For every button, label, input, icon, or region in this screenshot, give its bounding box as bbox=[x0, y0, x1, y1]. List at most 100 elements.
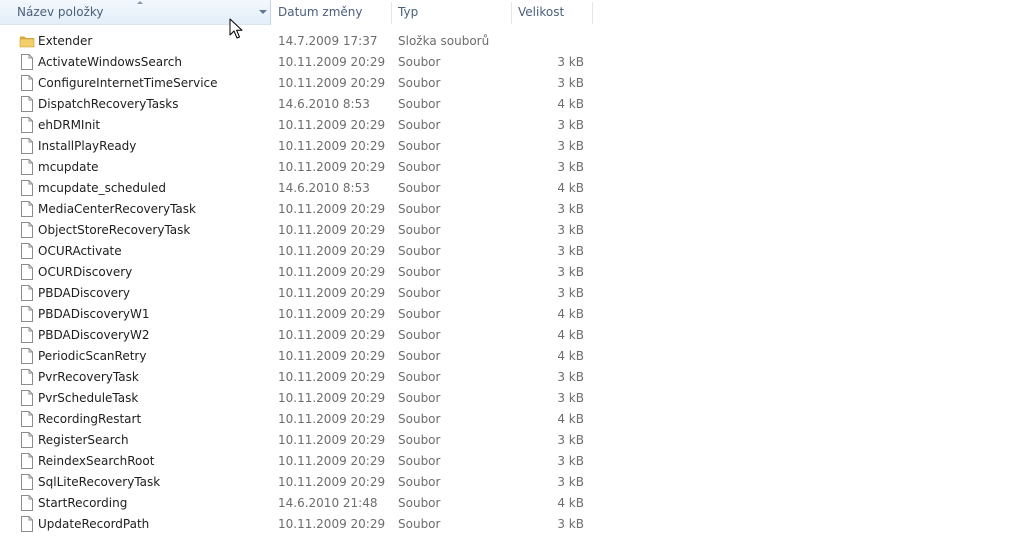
file-date: 10.11.2009 20:29 bbox=[278, 391, 386, 405]
file-name: InstallPlayReady bbox=[38, 139, 137, 153]
file-row[interactable]: PeriodicScanRetry 10.11.2009 20:29 Soubor 4… bbox=[0, 346, 593, 367]
file-size bbox=[510, 31, 584, 52]
file-type: Soubor bbox=[398, 265, 441, 279]
file-icon bbox=[20, 474, 34, 490]
file-date: 10.11.2009 20:29 bbox=[278, 475, 386, 489]
file-icon bbox=[20, 243, 34, 259]
mouse-cursor-icon bbox=[229, 18, 243, 39]
file-row[interactable]: StartRecording 14.6.2010 21:48 Soubor 4 kB bbox=[0, 493, 593, 514]
file-size: 4 kB bbox=[557, 496, 584, 510]
file-row[interactable]: PBDADiscoveryW2 10.11.2009 20:29 Soubor 4 k… bbox=[0, 325, 593, 346]
file-date: 10.11.2009 20:29 bbox=[278, 76, 386, 90]
file-date: 10.11.2009 20:29 bbox=[278, 307, 386, 321]
file-row[interactable]: PBDADiscoveryW1 10.11.2009 20:29 Soubor 4 k… bbox=[0, 304, 593, 325]
sort-ascending-icon bbox=[137, 1, 143, 4]
column-header-name-label: Název položky bbox=[17, 5, 104, 19]
file-name: ReindexSearchRoot bbox=[38, 454, 155, 468]
file-row[interactable]: UpdateRecordPath 10.11.2009 20:29 Soubor 3 … bbox=[0, 514, 593, 535]
file-name: DispatchRecoveryTasks bbox=[38, 97, 179, 111]
file-row[interactable]: OCURActivate 10.11.2009 20:29 Soubor 3 kB bbox=[0, 241, 593, 262]
file-type: Soubor bbox=[398, 307, 441, 321]
column-header-date[interactable]: Datum změny bbox=[272, 0, 391, 25]
file-icon bbox=[20, 222, 34, 238]
file-icon bbox=[20, 411, 34, 427]
file-icon bbox=[20, 159, 34, 175]
column-separator[interactable] bbox=[592, 2, 593, 24]
file-row[interactable]: SqlLiteRecoveryTask 10.11.2009 20:29 Soubo… bbox=[0, 472, 593, 493]
file-icon bbox=[20, 348, 34, 364]
file-type: Soubor bbox=[398, 496, 441, 510]
file-name: PBDADiscoveryW1 bbox=[38, 307, 150, 321]
file-date: 10.11.2009 20:29 bbox=[278, 412, 386, 426]
file-name: PBDADiscoveryW2 bbox=[38, 328, 150, 342]
file-size: 4 kB bbox=[557, 328, 584, 342]
file-row[interactable]: DispatchRecoveryTasks 14.6.2010 8:53 Soubo… bbox=[0, 94, 593, 115]
file-size: 4 kB bbox=[557, 307, 584, 321]
file-name: PvrRecoveryTask bbox=[38, 370, 139, 384]
file-size: 4 kB bbox=[557, 349, 584, 363]
file-type: Soubor bbox=[398, 118, 441, 132]
file-size: 3 kB bbox=[557, 454, 584, 468]
file-row[interactable]: ObjectStoreRecoveryTask 10.11.2009 20:29 S… bbox=[0, 220, 593, 241]
file-name: OCURActivate bbox=[38, 244, 122, 258]
file-name: PBDADiscovery bbox=[38, 286, 130, 300]
file-type: Soubor bbox=[398, 55, 441, 69]
file-row[interactable]: InstallPlayReady 10.11.2009 20:29 Soubor 3 … bbox=[0, 136, 593, 157]
file-type: Soubor bbox=[398, 349, 441, 363]
file-date: 10.11.2009 20:29 bbox=[278, 370, 386, 384]
file-row[interactable]: PBDADiscovery 10.11.2009 20:29 Soubor 3 kB bbox=[0, 283, 593, 304]
file-type: Soubor bbox=[398, 181, 441, 195]
file-row[interactable]: Extender 14.7.2009 17:37 Složka souborů bbox=[0, 31, 593, 52]
file-row[interactable]: RegisterSearch 10.11.2009 20:29 Soubor 3 kB bbox=[0, 430, 593, 451]
file-icon bbox=[20, 390, 34, 406]
file-row[interactable]: OCURDiscovery 10.11.2009 20:29 Soubor 3 kB bbox=[0, 262, 593, 283]
file-row[interactable]: ehDRMInit 10.11.2009 20:29 Soubor 3 kB bbox=[0, 115, 593, 136]
file-name: mcupdate_scheduled bbox=[38, 181, 166, 195]
file-size: 4 kB bbox=[557, 412, 584, 426]
file-date: 10.11.2009 20:29 bbox=[278, 349, 386, 363]
file-name: mcupdate bbox=[38, 160, 99, 174]
file-name: PvrScheduleTask bbox=[38, 391, 139, 405]
file-type: Soubor bbox=[398, 454, 441, 468]
file-row[interactable]: PvrRecoveryTask 10.11.2009 20:29 Soubor 3 k… bbox=[0, 367, 593, 388]
file-type: Soubor bbox=[398, 517, 441, 531]
chevron-down-icon[interactable] bbox=[259, 10, 267, 14]
file-icon bbox=[20, 516, 34, 532]
column-header-size-label: Velikost bbox=[518, 5, 565, 19]
file-date: 10.11.2009 20:29 bbox=[278, 244, 386, 258]
file-icon bbox=[20, 117, 34, 133]
file-date: 10.11.2009 20:29 bbox=[278, 160, 386, 174]
file-date: 10.11.2009 20:29 bbox=[278, 328, 386, 342]
file-type: Soubor bbox=[398, 412, 441, 426]
file-icon bbox=[20, 285, 34, 301]
file-row[interactable]: ReindexSearchRoot 10.11.2009 20:29 Soubor 3… bbox=[0, 451, 593, 472]
file-row[interactable]: PvrScheduleTask 10.11.2009 20:29 Soubor 3 k… bbox=[0, 388, 593, 409]
file-date: 10.11.2009 20:29 bbox=[278, 454, 386, 468]
file-row[interactable]: ConfigureInternetTimeService 10.11.2009 2… bbox=[0, 73, 593, 94]
file-icon bbox=[20, 264, 34, 280]
column-header-date-label: Datum změny bbox=[278, 5, 363, 19]
file-date: 10.11.2009 20:29 bbox=[278, 223, 386, 237]
file-icon bbox=[20, 495, 34, 511]
column-header-type[interactable]: Typ bbox=[392, 0, 511, 25]
file-name: StartRecording bbox=[38, 496, 128, 510]
column-header-size[interactable]: Velikost bbox=[512, 0, 592, 25]
file-row[interactable]: ActivateWindowsSearch 10.11.2009 20:29 Sou… bbox=[0, 52, 593, 73]
file-name: ConfigureInternetTimeService bbox=[38, 76, 218, 90]
file-size: 3 kB bbox=[557, 118, 584, 132]
file-size: 3 kB bbox=[557, 223, 584, 237]
file-name: RecordingRestart bbox=[38, 412, 142, 426]
file-date: 14.6.2010 8:53 bbox=[278, 181, 370, 195]
column-header-bar: Název položky Datum změny Typ Velikost bbox=[0, 0, 593, 25]
file-type: Soubor bbox=[398, 223, 441, 237]
file-row[interactable]: mcupdate 10.11.2009 20:29 Soubor 3 kB bbox=[0, 157, 593, 178]
file-row[interactable]: RecordingRestart 10.11.2009 20:29 Soubor 4 … bbox=[0, 409, 593, 430]
file-type: Soubor bbox=[398, 139, 441, 153]
file-name: ehDRMInit bbox=[38, 118, 101, 132]
file-row[interactable]: MediaCenterRecoveryTask 10.11.2009 20:29 S… bbox=[0, 199, 593, 220]
file-size: 3 kB bbox=[557, 55, 584, 69]
file-name: ActivateWindowsSearch bbox=[38, 55, 182, 69]
file-row[interactable]: mcupdate_scheduled 14.6.2010 8:53 Soubor 4 … bbox=[0, 178, 593, 199]
file-icon bbox=[20, 138, 34, 154]
file-icon bbox=[20, 327, 34, 343]
